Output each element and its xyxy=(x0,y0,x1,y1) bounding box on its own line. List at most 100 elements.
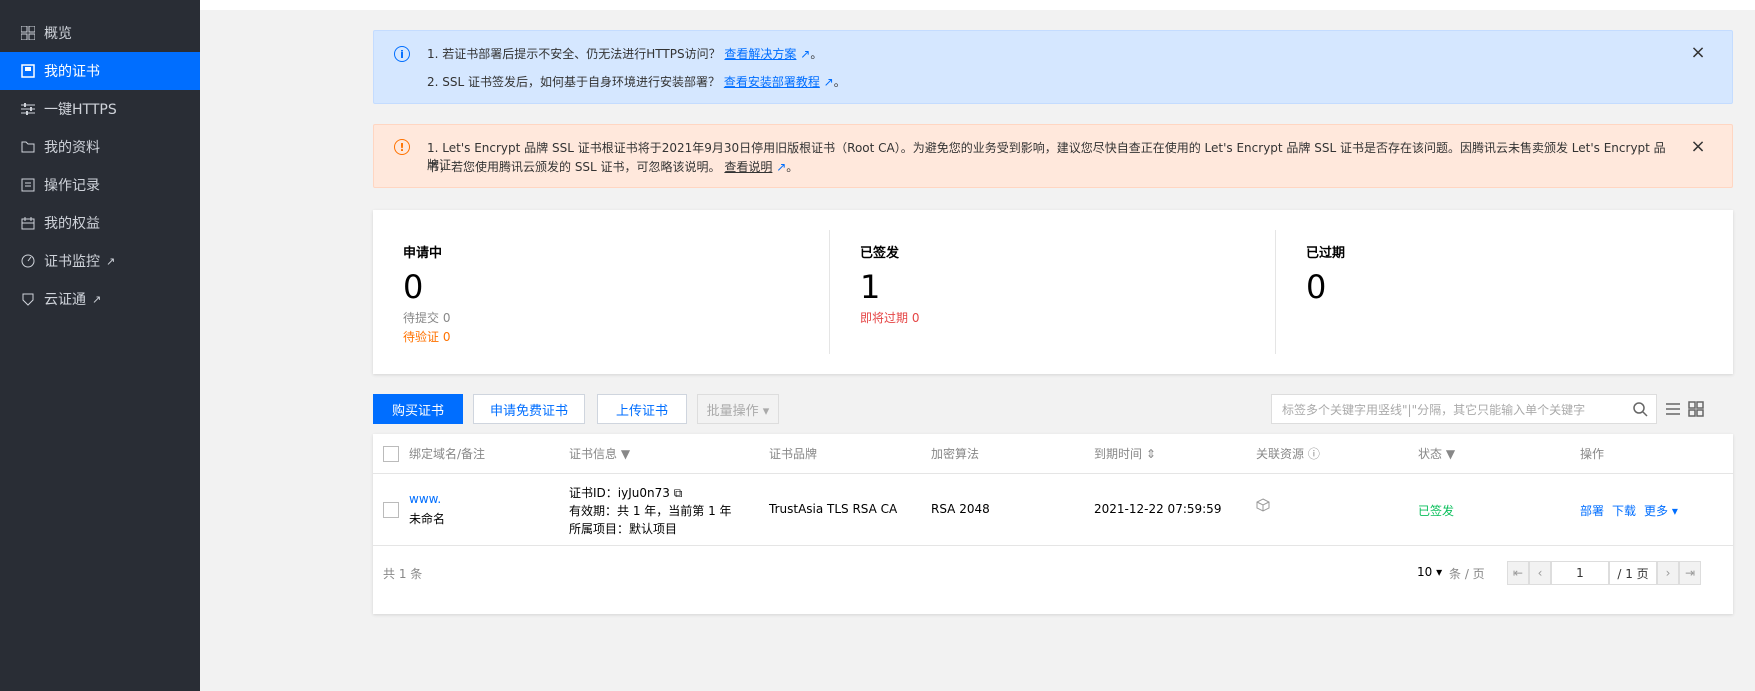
algorithm: RSA 2048 xyxy=(931,502,990,516)
monitor-icon xyxy=(20,253,36,269)
solution-link[interactable]: 查看解决方案 xyxy=(724,47,796,61)
stat-issued: 已签发 1 即将过期 0 xyxy=(829,230,1274,354)
close-icon[interactable]: × xyxy=(1690,44,1706,62)
period: 。 xyxy=(786,160,799,174)
total-count: 共 1 条 xyxy=(383,567,423,581)
column-header-label: 证书信息 xyxy=(569,447,618,461)
filter-icon[interactable]: ▼ xyxy=(621,447,630,461)
first-page-button[interactable]: ⇤ xyxy=(1507,561,1529,585)
warning-notice-line-2: 书，若您使用腾讯云颁发的 SSL 证书，可忽略该说明。 查看说明 ↗。 xyxy=(427,158,798,175)
sidebar-item-my-benefits[interactable]: 我的权益 xyxy=(0,204,200,242)
column-header-label: 到期时间 xyxy=(1094,447,1143,461)
select-all-checkbox[interactable] xyxy=(383,446,399,462)
page-size-select[interactable]: 10 ▾ xyxy=(1417,565,1442,579)
expiring-count[interactable]: 即将过期 0 xyxy=(860,309,1274,326)
list-view-icon[interactable] xyxy=(1664,400,1682,418)
validity: 有效期：共 1 年，当前第 1 年 xyxy=(569,504,732,518)
sidebar-item-my-certificates[interactable]: 我的证书 xyxy=(0,52,200,90)
page-number-input[interactable]: 1 xyxy=(1551,561,1609,585)
folder-icon xyxy=(20,139,36,155)
info-icon[interactable]: ⓘ xyxy=(1308,447,1320,461)
row-checkbox[interactable] xyxy=(383,502,399,518)
sidebar-item-label: 操作记录 xyxy=(44,178,100,194)
column-header-label: 关联资源 xyxy=(1256,447,1305,461)
deploy-link[interactable]: 部署 xyxy=(1580,502,1604,519)
search-icon[interactable] xyxy=(1632,401,1648,417)
stat-count[interactable]: 0 xyxy=(403,269,818,305)
table-footer: 共 1 条 10 ▾ 条 / 页 ⇤ ‹ 1 / 1 页 › ⇥ xyxy=(373,547,1733,595)
warning-notice-text: 书，若您使用腾讯云颁发的 SSL 证书，可忽略该说明。 xyxy=(427,160,721,174)
per-page-label: 条 / 页 xyxy=(1449,567,1485,581)
external-link-icon: ↗ xyxy=(823,75,834,89)
external-link-icon: ↗ xyxy=(92,292,102,306)
grid-view-icon[interactable] xyxy=(1687,400,1705,418)
view-explanation-link[interactable]: 查看说明 xyxy=(724,160,772,174)
sidebar-item-cert-monitor[interactable]: 证书监控 ↗ xyxy=(0,242,200,280)
sidebar-item-overview[interactable]: 概览 xyxy=(0,14,200,52)
column-header-brand: 证书品牌 xyxy=(769,447,818,461)
prev-page-button[interactable]: ‹ xyxy=(1529,561,1551,585)
upload-certificate-button[interactable]: 上传证书 xyxy=(597,394,687,424)
more-dropdown[interactable]: 更多 ▾ xyxy=(1644,502,1678,519)
sidebar-item-label: 我的权益 xyxy=(44,216,100,232)
external-link-icon: ↗ xyxy=(776,160,787,174)
column-header-algorithm: 加密算法 xyxy=(931,447,980,461)
column-header-cert-info[interactable]: 证书信息 ▼ xyxy=(569,434,630,474)
next-page-button[interactable]: › xyxy=(1657,561,1679,585)
filter-icon[interactable]: ▼ xyxy=(1446,447,1455,461)
apply-free-certificate-button[interactable]: 申请免费证书 xyxy=(473,394,585,424)
sidebar-item-cloud-cert[interactable]: 云证通 ↗ xyxy=(0,280,200,318)
deploy-tutorial-link[interactable]: 查看安装部署教程 xyxy=(724,75,820,89)
pending-submit-count[interactable]: 待提交 0 xyxy=(403,309,818,326)
pending-verify-count[interactable]: 待验证 0 xyxy=(403,328,818,345)
column-header-domain: 绑定域名/备注 xyxy=(409,447,486,461)
domain-link[interactable]: www. xyxy=(409,492,441,506)
period: 。 xyxy=(810,47,823,61)
buy-certificate-button[interactable]: 购买证书 xyxy=(373,394,463,424)
sliders-icon xyxy=(20,101,36,117)
last-page-button[interactable]: ⇥ xyxy=(1679,561,1701,585)
cert-id: 证书ID：iyJu0n73 ⧉ xyxy=(569,484,682,501)
brand: TrustAsia TLS RSA CA xyxy=(769,502,898,516)
stat-expired: 已过期 0 xyxy=(1275,230,1720,354)
warning-icon: ! xyxy=(394,139,410,155)
sidebar-item-label: 云证通 xyxy=(44,292,86,308)
sort-icon[interactable]: ⇕ xyxy=(1146,447,1156,461)
main-content: i 1. 若证书部署后提示不安全、仍无法进行HTTPS访问？ 查看解决方案 ↗。… xyxy=(200,0,1755,691)
sidebar-item-label: 我的证书 xyxy=(44,64,100,80)
search-placeholder: 标签多个关键字用竖线"|"分隔，其它只能输入单个关键字 xyxy=(1282,402,1586,417)
sidebar-item-label: 一键HTTPS xyxy=(44,102,117,118)
certificate-icon xyxy=(20,63,36,79)
info-notice-text: 1. 若证书部署后提示不安全、仍无法进行HTTPS访问？ xyxy=(427,47,721,61)
stat-applying: 申请中 0 待提交 0 待验证 0 xyxy=(373,230,818,354)
external-link-icon: ↗ xyxy=(800,47,811,61)
grid-icon xyxy=(20,25,36,41)
sidebar-item-label: 我的资料 xyxy=(44,140,100,156)
download-link[interactable]: 下载 xyxy=(1612,502,1636,519)
sidebar-item-one-click-https[interactable]: 一键HTTPS xyxy=(0,90,200,128)
sidebar-item-my-materials[interactable]: 我的资料 xyxy=(0,128,200,166)
project: 所属项目：默认项目 xyxy=(569,522,678,536)
copy-icon[interactable]: ⧉ xyxy=(674,486,683,500)
stat-count[interactable]: 1 xyxy=(860,269,1274,305)
close-icon[interactable]: × xyxy=(1690,138,1706,156)
info-notice-line-1: 1. 若证书部署后提示不安全、仍无法进行HTTPS访问？ 查看解决方案 ↗。 xyxy=(427,45,822,62)
warning-notice: ! 1. Let's Encrypt 品牌 SSL 证书根证书将于2021年9月… xyxy=(373,124,1733,188)
cube-icon[interactable] xyxy=(1256,498,1270,515)
log-icon xyxy=(20,177,36,193)
column-header-actions: 操作 xyxy=(1580,447,1605,461)
batch-operation-button[interactable]: 批量操作 ▾ xyxy=(697,394,779,424)
column-header-expire[interactable]: 到期时间 ⇕ xyxy=(1094,434,1156,474)
stats-card: 申请中 0 待提交 0 待验证 0 已签发 1 即将过期 0 已过期 0 xyxy=(373,210,1733,374)
info-notice-text: 2. SSL 证书签发后，如何基于自身环境进行安装部署？ xyxy=(427,75,720,89)
shield-icon xyxy=(20,291,36,307)
stat-title: 已过期 xyxy=(1306,246,1346,261)
column-header-status[interactable]: 状态 ▼ xyxy=(1418,434,1455,474)
sidebar-item-operation-log[interactable]: 操作记录 xyxy=(0,166,200,204)
search-input[interactable]: 标签多个关键字用竖线"|"分隔，其它只能输入单个关键字 xyxy=(1271,394,1657,424)
info-notice-line-2: 2. SSL 证书签发后，如何基于自身环境进行安装部署？ 查看安装部署教程 ↗。 xyxy=(427,73,846,90)
status-badge: 已签发 xyxy=(1418,504,1455,518)
stat-count[interactable]: 0 xyxy=(1306,269,1720,305)
certificates-table: 绑定域名/备注 证书信息 ▼ 证书品牌 加密算法 到期时间 ⇕ 关联资源 ⓘ 状… xyxy=(373,434,1733,614)
table-row: www. 未命名 证书ID：iyJu0n73 ⧉ 有效期：共 1 年，当前第 1… xyxy=(373,474,1733,546)
